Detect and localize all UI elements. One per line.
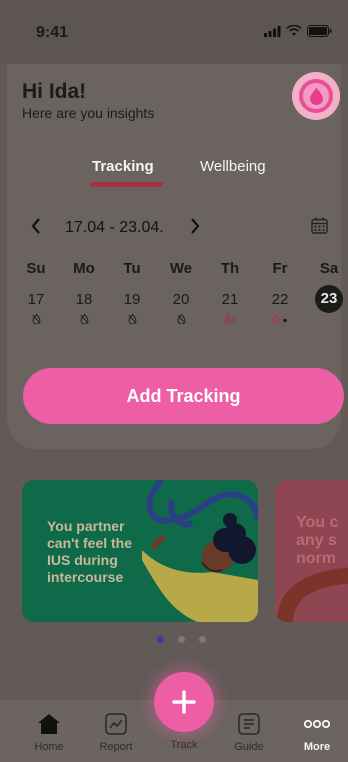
tracking-card: Hi Ida! Here are you insights Tracking W… xyxy=(7,64,344,449)
day-name: Sa xyxy=(319,260,339,277)
nav-report[interactable]: Report xyxy=(89,712,143,753)
insight-card-text: You partner can't feel the IUS during in… xyxy=(47,518,133,585)
nav-more-label: More xyxy=(303,741,331,753)
day-number: 20 xyxy=(172,291,190,308)
day-name: Th xyxy=(220,260,240,277)
day-name: We xyxy=(169,260,193,277)
day-number: 19 xyxy=(123,291,141,308)
nav-home-label: Home xyxy=(34,741,64,753)
no-drop-icon xyxy=(176,314,186,324)
insight-cards-carousel[interactable]: You partner can't feel the IUS during in… xyxy=(22,480,348,622)
tab-underline xyxy=(90,182,163,187)
tab-wellbeing[interactable]: Wellbeing xyxy=(200,158,266,175)
week-days: Su 17 Mo 18 Tu 19 We 20 Th 21 Fr 22 Sa 2… xyxy=(7,260,343,324)
more-icon xyxy=(304,719,330,729)
chevron-right-icon[interactable] xyxy=(190,218,200,234)
day-number: 18 xyxy=(75,291,93,308)
day-number: 17 xyxy=(27,291,45,308)
day-name: Fr xyxy=(272,260,288,277)
status-icons xyxy=(264,25,332,37)
track-fab-button[interactable] xyxy=(154,672,214,732)
insight-card[interactable]: You partner can't feel the IUS during in… xyxy=(22,480,258,622)
report-icon xyxy=(105,713,127,735)
carousel-dot-active[interactable] xyxy=(157,636,164,643)
nav-more[interactable]: More xyxy=(290,712,344,753)
add-tracking-button[interactable]: Add Tracking xyxy=(23,368,344,424)
greeting-subtitle: Here are you insights xyxy=(22,105,155,121)
nav-guide-label: Guide xyxy=(234,741,264,753)
drop-icon xyxy=(299,79,333,113)
nav-guide[interactable]: Guide xyxy=(222,712,276,753)
day-item-selected[interactable]: Sa 23 xyxy=(312,260,346,313)
no-drop-icon xyxy=(79,314,89,324)
day-number-selected: 23 xyxy=(315,285,343,313)
greeting: Hi Ida! Here are you insights xyxy=(22,80,154,122)
app-screen: 9:41 Hi Ida! Here are you insights Track… xyxy=(0,0,348,762)
nav-track-label: Track xyxy=(170,739,198,751)
calendar-icon[interactable] xyxy=(311,217,328,234)
nav-report-label: Report xyxy=(99,741,133,753)
cycle-drop-button[interactable] xyxy=(292,72,340,120)
week-selector: 17.04 - 23.04. xyxy=(7,209,341,241)
day-name: Tu xyxy=(123,260,141,277)
tabs: Tracking Wellbeing xyxy=(7,156,341,190)
day-item[interactable]: Tu 19 xyxy=(115,260,149,325)
bubbles-icon xyxy=(224,314,235,324)
nav-track[interactable]: Track xyxy=(157,739,211,751)
day-item[interactable]: We 20 xyxy=(164,260,198,325)
drop-dot-icon xyxy=(272,314,287,324)
insight-card[interactable]: You c any s norm xyxy=(275,480,348,622)
insight-card-text: You c any s norm xyxy=(296,514,339,567)
nav-home[interactable]: Home xyxy=(22,712,76,753)
status-bar: 9:41 xyxy=(0,0,348,64)
day-name: Su xyxy=(26,260,46,277)
wifi-icon xyxy=(286,25,302,36)
day-item[interactable]: Su 17 xyxy=(19,260,53,325)
no-drop-icon xyxy=(31,314,41,324)
tab-tracking[interactable]: Tracking xyxy=(92,158,154,175)
chevron-left-icon[interactable] xyxy=(31,218,41,234)
carousel-dot[interactable] xyxy=(199,636,206,643)
greeting-title: Hi Ida! xyxy=(22,80,87,103)
day-item[interactable]: Th 21 xyxy=(213,260,247,325)
carousel-dot[interactable] xyxy=(178,636,185,643)
day-number: 21 xyxy=(221,291,239,308)
day-item[interactable]: Fr 22 xyxy=(263,260,297,325)
guide-icon xyxy=(238,713,260,735)
status-time: 9:41 xyxy=(36,24,69,41)
day-item[interactable]: Mo 18 xyxy=(67,260,101,325)
battery-icon xyxy=(307,25,332,37)
home-icon xyxy=(38,714,60,734)
signal-icon xyxy=(264,25,281,37)
day-name: Mo xyxy=(73,260,95,277)
no-drop-icon xyxy=(127,314,137,324)
week-range: 17.04 - 23.04. xyxy=(65,219,164,236)
plus-icon xyxy=(172,690,196,714)
day-number: 22 xyxy=(271,291,289,308)
carousel-dots xyxy=(157,636,206,643)
